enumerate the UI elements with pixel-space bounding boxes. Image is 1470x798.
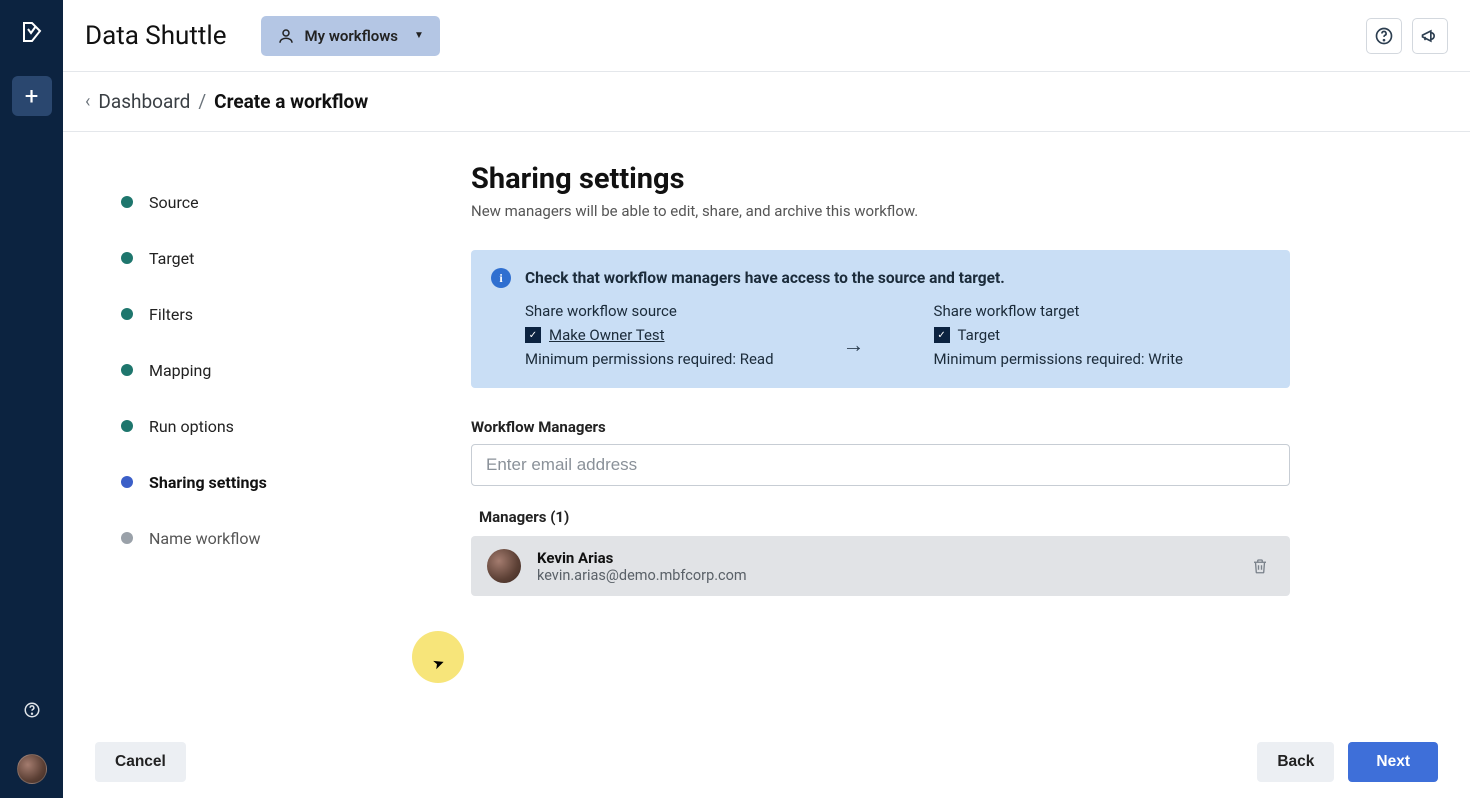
sheet-icon: ✓ [525, 327, 541, 343]
footer-bar: Cancel Back Next [63, 726, 1470, 798]
top-bar: Data Shuttle My workflows ▼ [63, 0, 1470, 72]
step-label: Sharing settings [149, 473, 267, 492]
sheet-icon: ✓ [934, 327, 950, 343]
step-dot-icon [121, 196, 133, 208]
target-text: Target [958, 326, 1001, 344]
step-dot-icon [121, 308, 133, 320]
step-dot-icon [121, 476, 133, 488]
rail-user-avatar[interactable] [17, 754, 47, 784]
step-label: Filters [149, 305, 193, 324]
info-target-label: Share workflow target [934, 302, 1183, 320]
source-link[interactable]: Make Owner Test [549, 326, 665, 344]
breadcrumb-current: Create a workflow [214, 90, 368, 113]
cursor-highlight [412, 631, 464, 683]
step-source[interactable]: Source [121, 174, 423, 230]
managers-email-input[interactable] [471, 444, 1290, 486]
info-source-col: Share workflow source ✓ Make Owner Test … [525, 302, 774, 368]
next-button[interactable]: Next [1348, 742, 1438, 782]
step-sharing-settings[interactable]: Sharing settings [121, 454, 423, 510]
info-heading: Check that workflow managers have access… [525, 269, 1005, 287]
info-target-col: Share workflow target ✓ Target Minimum p… [934, 302, 1183, 368]
page-subtitle: New managers will be able to edit, share… [471, 202, 1290, 220]
source-permission: Minimum permissions required: Read [525, 350, 774, 368]
breadcrumb-dashboard[interactable]: Dashboard [98, 90, 190, 113]
managers-field-label: Workflow Managers [471, 418, 1290, 436]
step-name-workflow[interactable]: Name workflow [121, 510, 423, 566]
step-label: Source [149, 193, 199, 212]
step-dot-icon [121, 532, 133, 544]
help-button[interactable] [1366, 18, 1402, 54]
step-label: Mapping [149, 361, 211, 380]
user-icon [277, 27, 295, 45]
step-mapping[interactable]: Mapping [121, 342, 423, 398]
left-rail: + [0, 0, 63, 798]
app-title: Data Shuttle [85, 21, 227, 51]
breadcrumb: ‹ Dashboard / Create a workflow [63, 72, 1470, 132]
announcements-button[interactable] [1412, 18, 1448, 54]
breadcrumb-separator: / [198, 90, 206, 113]
step-target[interactable]: Target [121, 230, 423, 286]
page-title: Sharing settings [471, 162, 1290, 196]
step-dot-icon [121, 364, 133, 376]
info-banner: i Check that workflow managers have acce… [471, 250, 1290, 388]
step-dot-icon [121, 420, 133, 432]
manager-name: Kevin Arias [537, 549, 747, 567]
app-logo-icon [18, 18, 46, 46]
caret-down-icon: ▼ [414, 30, 424, 41]
target-permission: Minimum permissions required: Write [934, 350, 1183, 368]
step-label: Target [149, 249, 194, 268]
arrow-right-icon: → [814, 312, 894, 358]
manager-email: kevin.arias@demo.mbfcorp.com [537, 567, 747, 584]
steps-nav: Source Target Filters Mapping Run option… [63, 132, 423, 798]
add-button[interactable]: + [12, 76, 52, 116]
back-button[interactable]: Back [1257, 742, 1334, 782]
step-filters[interactable]: Filters [121, 286, 423, 342]
cancel-button[interactable]: Cancel [95, 742, 186, 782]
info-heading-row: i Check that workflow managers have acce… [491, 268, 1270, 288]
manager-row: Kevin Arias kevin.arias@demo.mbfcorp.com [471, 536, 1290, 596]
form-area: Sharing settings New managers will be ab… [423, 132, 1470, 798]
step-dot-icon [121, 252, 133, 264]
managers-list-heading: Managers (1) [471, 508, 1290, 526]
dropdown-label: My workflows [305, 27, 399, 45]
step-label: Run options [149, 417, 234, 436]
workflows-dropdown[interactable]: My workflows ▼ [261, 16, 440, 56]
step-run-options[interactable]: Run options [121, 398, 423, 454]
step-label: Name workflow [149, 529, 261, 548]
delete-manager-button[interactable] [1246, 552, 1274, 580]
rail-help-icon[interactable] [20, 698, 44, 722]
info-icon: i [491, 268, 511, 288]
manager-avatar [487, 549, 521, 583]
info-source-label: Share workflow source [525, 302, 774, 320]
chevron-left-icon[interactable]: ‹ [85, 91, 90, 112]
